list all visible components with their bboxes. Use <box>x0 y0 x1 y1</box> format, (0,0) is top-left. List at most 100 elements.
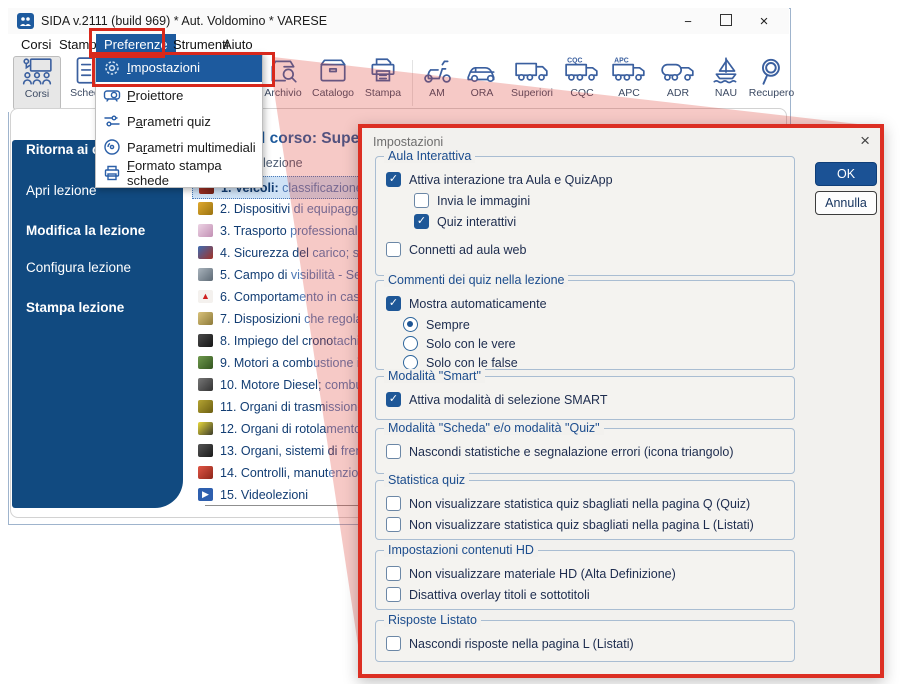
truck-apc-icon: APC <box>611 56 647 86</box>
checkbox-selezione-smart[interactable]: ✓ <box>386 392 401 407</box>
group-commenti-quiz: Commenti dei quiz nella lezione ✓ Mostra… <box>375 280 795 370</box>
list-header: lezione <box>263 156 303 170</box>
lesson-icon <box>198 334 213 347</box>
checkbox-disattiva-overlay[interactable]: ✓ <box>386 587 401 602</box>
maximize-button[interactable] <box>720 14 732 26</box>
dialog-close-icon[interactable]: × <box>860 131 870 151</box>
impostazioni-dialog: Impostazioni × Aula Interattiva ✓ Attiva… <box>358 124 884 678</box>
lesson-icon <box>198 312 213 325</box>
group-modalita-scheda-quiz: Modalità "Scheda" e/o modalità "Quiz" ✓ … <box>375 428 795 474</box>
radio-solo-vere[interactable] <box>403 336 418 351</box>
minimize-button[interactable]: − <box>681 14 695 29</box>
menu-item-parametri-quiz[interactable]: Parametri quiz <box>96 108 262 134</box>
checkbox-attiva-interazione[interactable]: ✓ <box>386 172 401 187</box>
checkbox-connetti-aula-web[interactable]: ✓ <box>386 242 401 257</box>
toolbar-label: NAU <box>715 87 737 99</box>
app-logo-icon <box>17 13 34 29</box>
lesson-icon <box>198 268 213 281</box>
toolbar-label: Stampa <box>365 87 401 99</box>
scooter-icon <box>421 56 453 86</box>
menu-item-formato-stampa[interactable]: Formato stampa schede <box>96 160 262 186</box>
toolbar-cqc-button[interactable]: CQC CQC <box>559 56 605 108</box>
checkbox-statistica-pagina-l[interactable]: ✓ <box>386 517 401 532</box>
truck-cqc-icon: CQC <box>564 56 600 86</box>
group-modalita-smart: Modalità "Smart" ✓ Attiva modalità di se… <box>375 376 795 420</box>
printer-icon <box>103 164 121 182</box>
lesson-icon: ▲ <box>198 290 213 303</box>
group-statistica-quiz: Statistica quiz ✓ Non visualizzare stati… <box>375 480 795 540</box>
lesson-icon <box>198 246 213 259</box>
cd-icon <box>103 138 121 156</box>
window-titlebar: SIDA v.2111 (build 969) * Aut. Voldomino… <box>8 8 789 34</box>
checkbox-nascondi-statistiche[interactable]: ✓ <box>386 444 401 459</box>
toolbar-label: Archivio <box>264 87 301 99</box>
preferences-dropdown-menu: Impostazioni Proiettore Parametri quiz P… <box>95 52 263 188</box>
lesson-icon: ▶ <box>198 488 213 501</box>
checkbox-materiale-hd[interactable]: ✓ <box>386 566 401 581</box>
group-risposte-listato: Risposte Listato ✓ Nascondi risposte nel… <box>375 620 795 662</box>
car-icon <box>465 56 499 86</box>
dialog-title: Impostazioni <box>373 135 443 149</box>
toolbar-stampa-button[interactable]: Stampa <box>360 56 406 108</box>
svg-text:APC: APC <box>614 58 629 65</box>
close-button[interactable]: × <box>757 13 771 30</box>
toolbar-catalogo-button[interactable]: Catalogo <box>308 56 358 108</box>
toolbar-label: Corsi <box>25 88 50 100</box>
toolbar-label: ORA <box>471 87 494 99</box>
sidebar-item-stampa-lezione[interactable]: Stampa lezione <box>26 300 124 315</box>
lesson-icon <box>198 422 213 435</box>
sailboat-icon <box>710 56 742 86</box>
sliders-icon <box>103 112 121 130</box>
archive-search-icon <box>267 56 299 86</box>
lesson-icon <box>198 378 213 391</box>
menu-item-parametri-multimediali[interactable]: Parametri multimediali <box>96 134 262 160</box>
drawer-icon <box>317 56 349 86</box>
sidebar-item-modifica-lezione[interactable]: Modifica la lezione <box>26 223 145 238</box>
toolbar-superiori-button[interactable]: Superiori <box>505 56 559 108</box>
lesson-icon <box>198 224 213 237</box>
toolbar-nau-button[interactable]: NAU <box>704 56 748 108</box>
lesson-icon <box>198 466 213 479</box>
toolbar-recupero-button[interactable]: Recupero <box>749 56 794 108</box>
toolbar-corsi-button[interactable]: Corsi <box>13 56 61 110</box>
lesson-icon <box>198 400 213 413</box>
sidebar-item-apri-lezione[interactable]: Apri lezione <box>26 183 97 198</box>
truck-icon <box>514 56 550 86</box>
lesson-icon <box>198 356 213 369</box>
checkbox-mostra-automaticamente[interactable]: ✓ <box>386 296 401 311</box>
menu-item-proiettore[interactable]: Proiettore <box>96 82 262 108</box>
toolbar-label: AM <box>429 87 445 99</box>
magnifier-icon <box>756 56 788 86</box>
toolbar-label: CQC <box>570 87 593 99</box>
window-title: SIDA v.2111 (build 969) * Aut. Voldomino… <box>41 14 327 28</box>
toolbar-adr-button[interactable]: ADR <box>653 56 703 108</box>
menu-corsi[interactable]: Corsi <box>16 34 56 55</box>
lesson-icon <box>198 202 213 215</box>
menu-item-impostazioni[interactable]: Impostazioni <box>96 53 262 82</box>
printer-icon <box>367 56 399 86</box>
toolbar-ora-button[interactable]: ORA <box>460 56 504 108</box>
projector-icon <box>103 86 121 104</box>
checkbox-quiz-interattivi[interactable]: ✓ <box>414 214 429 229</box>
lesson-icon <box>198 444 213 457</box>
checkbox-nascondi-risposte[interactable]: ✓ <box>386 636 401 651</box>
toolbar-archivio-button[interactable]: Archivio <box>258 56 308 108</box>
radio-sempre[interactable] <box>403 317 418 332</box>
ok-button[interactable]: OK <box>815 162 877 186</box>
sidebar-item-configura-lezione[interactable]: Configura lezione <box>26 260 131 275</box>
toolbar-apc-button[interactable]: APC APC <box>606 56 652 108</box>
toolbar-am-button[interactable]: AM <box>416 56 458 108</box>
toolbar-label: APC <box>618 87 640 99</box>
checkbox-invia-immagini[interactable]: ✓ <box>414 193 429 208</box>
classroom-icon <box>21 57 53 87</box>
checkbox-statistica-pagina-q[interactable]: ✓ <box>386 496 401 511</box>
gear-icon <box>103 59 121 77</box>
group-contenuti-hd: Impostazioni contenuti HD ✓ Non visualiz… <box>375 550 795 610</box>
radio-solo-false[interactable] <box>403 355 418 370</box>
svg-text:CQC: CQC <box>567 58 582 65</box>
annulla-button[interactable]: Annulla <box>815 191 877 215</box>
toolbar-label: Superiori <box>511 87 553 99</box>
group-aula-interattiva: Aula Interattiva ✓ Attiva interazione tr… <box>375 156 795 276</box>
toolbar-label: ADR <box>667 87 689 99</box>
toolbar-label: Catalogo <box>312 87 354 99</box>
